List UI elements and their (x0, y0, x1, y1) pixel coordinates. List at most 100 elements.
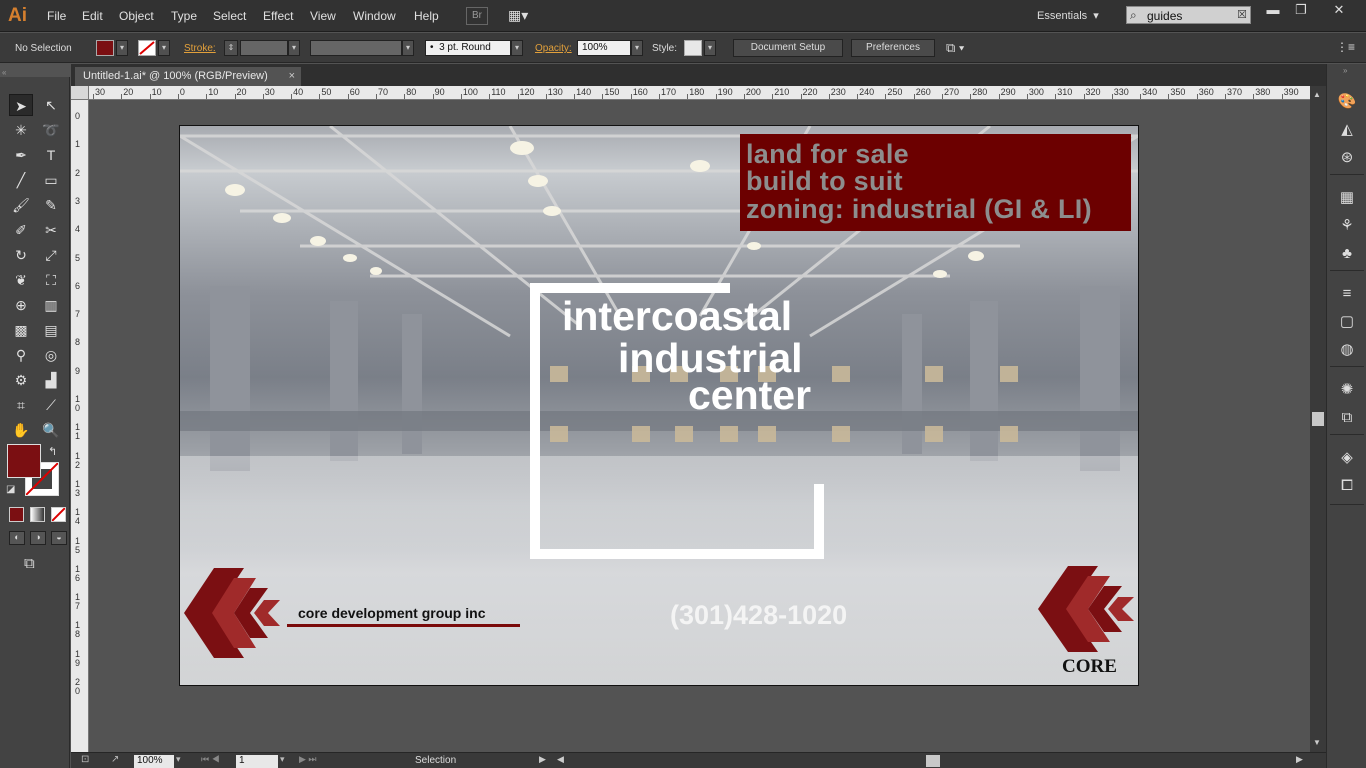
warp-tool-icon[interactable]: ❦ (9, 269, 33, 291)
vertical-scroll-thumb[interactable] (1312, 412, 1324, 426)
zoom-dropdown-icon[interactable]: ▾ (176, 754, 181, 765)
menu-edit[interactable]: Edit (82, 9, 103, 23)
menu-select[interactable]: Select (213, 9, 246, 23)
hand-tool-icon[interactable]: ✋ (9, 419, 33, 441)
default-fill-stroke-icon[interactable]: ◪ (6, 484, 15, 495)
help-search[interactable]: ⌕ ☒ (1126, 6, 1251, 24)
graphic-styles-panel-icon[interactable]: ⧉ (1337, 408, 1357, 428)
menu-effect[interactable]: Effect (263, 9, 293, 23)
shape-builder-tool-icon[interactable]: ⊕ (9, 294, 33, 316)
pen-tool-icon[interactable]: ✒ (9, 144, 33, 166)
scroll-left-icon[interactable]: ◀ (557, 754, 564, 765)
zoom-to-fit-icon[interactable]: ⊡ (81, 754, 89, 765)
menu-type[interactable]: Type (171, 9, 197, 23)
scale-tool-icon[interactable]: ⤢ (39, 244, 63, 266)
fill-dropdown-icon[interactable]: ▾ (116, 40, 128, 56)
draw-normal-icon[interactable]: ◐ (9, 531, 25, 545)
stroke-weight-stepper[interactable]: ⇕ (224, 40, 238, 56)
core-logo-left-icon[interactable] (184, 566, 284, 660)
mesh-tool-icon[interactable]: ▩ (9, 319, 33, 341)
color-panel-icon[interactable]: 🎨 (1337, 92, 1357, 112)
menu-window[interactable]: Window (353, 9, 396, 23)
selection-tool-icon[interactable]: ➤ (9, 94, 33, 116)
title-line-1[interactable]: intercoastal (562, 296, 792, 337)
document-setup-button[interactable]: Document Setup (733, 39, 843, 57)
scroll-right-icon[interactable]: ▶ (1296, 754, 1303, 765)
close-tab-icon[interactable]: × (289, 70, 295, 82)
stroke-label[interactable]: Stroke: (184, 43, 216, 54)
company-underline[interactable] (287, 624, 520, 627)
sale-banner[interactable]: land for sale build to suit zoning: indu… (740, 134, 1131, 231)
status-menu-icon[interactable]: ▶ (539, 754, 546, 765)
collapse-panel-icon[interactable]: « (2, 68, 6, 77)
swatches-panel-icon[interactable]: ▦ (1337, 188, 1357, 208)
layers-panel-icon[interactable]: ◈ (1337, 448, 1357, 468)
panel-menu-icon[interactable]: ⋮≡ (1336, 40, 1355, 54)
opacity-label[interactable]: Opacity: (535, 43, 572, 54)
stroke-weight-field[interactable] (240, 40, 288, 56)
arrange-documents-icon[interactable]: ▦▾ (508, 7, 536, 25)
bridge-button[interactable]: Br (466, 7, 488, 25)
menu-object[interactable]: Object (119, 9, 154, 23)
workspace-switcher[interactable]: Essentials ▾ (1037, 9, 1099, 22)
menu-file[interactable]: File (47, 9, 66, 23)
stroke-dropdown-icon[interactable]: ▾ (158, 40, 170, 56)
gradient-panel-icon[interactable]: ▢ (1337, 312, 1357, 332)
first-artboard-icon[interactable]: ⏮ ◀ (201, 754, 220, 765)
color-mode-icon[interactable] (9, 507, 24, 522)
horizontal-ruler[interactable]: 30 20 10 0 10 20 30 40 50 60 70 80 90 100 110 120 130 140… (89, 86, 1310, 100)
menu-view[interactable]: View (310, 9, 336, 23)
rectangle-tool-icon[interactable]: ▭ (39, 169, 63, 191)
ruler-origin[interactable] (71, 86, 89, 100)
stroke-panel-icon[interactable]: ≡ (1337, 284, 1357, 304)
horizontal-scroll-thumb[interactable] (926, 755, 940, 767)
blend-tool-icon[interactable]: ◎ (39, 344, 63, 366)
artboard-dropdown-icon[interactable]: ▾ (280, 754, 285, 765)
search-input[interactable] (1147, 8, 1237, 23)
graphic-style-swatch[interactable] (684, 40, 702, 56)
scissors-tool-icon[interactable]: ✂ (39, 219, 63, 241)
zoom-field[interactable]: 100% (134, 755, 174, 768)
lasso-tool-icon[interactable]: ➰ (39, 119, 63, 141)
blob-brush-tool-icon[interactable]: ✐ (9, 219, 33, 241)
variable-width-profile[interactable] (310, 40, 402, 56)
pencil-tool-icon[interactable]: ✎ (39, 194, 63, 216)
profile-dropdown-icon[interactable]: ▾ (402, 40, 414, 56)
phone-number[interactable]: (301)428-1020 (670, 600, 847, 631)
draw-behind-icon[interactable]: ◑ (30, 531, 46, 545)
eyedropper-tool-icon[interactable]: ⚲ (9, 344, 33, 366)
zoom-tool-icon[interactable]: 🔍 (39, 419, 63, 441)
brush-definition[interactable]: • 3 pt. Round (425, 40, 511, 56)
next-artboard-icon[interactable]: ▶ ⏭ (299, 754, 317, 765)
stroke-weight-dropdown-icon[interactable]: ▾ (288, 40, 300, 56)
restore-icon[interactable]: ❐ (1284, 2, 1318, 22)
color-guide-icon[interactable]: ◭ (1337, 120, 1357, 140)
type-tool-icon[interactable]: T (39, 144, 63, 166)
expand-panels-icon[interactable]: » (1343, 66, 1347, 75)
arrange-icon[interactable]: ⧉ ▾ (946, 40, 964, 56)
column-graph-tool-icon[interactable]: ▟ (39, 369, 63, 391)
magic-wand-tool-icon[interactable]: ✳ (9, 119, 33, 141)
symbol-sprayer-tool-icon[interactable]: ⚙ (9, 369, 33, 391)
transparency-panel-icon[interactable]: ◍ (1337, 340, 1357, 360)
canvas[interactable]: land for sale build to suit zoning: indu… (89, 101, 1310, 752)
artboard[interactable]: land for sale build to suit zoning: indu… (179, 125, 1139, 686)
artboard-number-field[interactable]: 1 (236, 755, 278, 768)
rotate-tool-icon[interactable]: ↻ (9, 244, 33, 266)
share-icon[interactable]: ↗ (111, 754, 119, 765)
brushes-panel-icon[interactable]: ⚘ (1337, 216, 1357, 236)
opacity-dropdown-icon[interactable]: ▾ (631, 40, 643, 56)
gradient-mode-icon[interactable] (30, 507, 45, 522)
kuler-icon[interactable]: ⊛ (1337, 148, 1357, 168)
brush-dropdown-icon[interactable]: ▾ (511, 40, 523, 56)
style-dropdown-icon[interactable]: ▾ (704, 40, 716, 56)
opacity-field[interactable]: 100% (577, 40, 631, 56)
document-tab[interactable]: Untitled-1.ai* @ 100% (RGB/Preview) × (75, 67, 301, 86)
vertical-scrollbar[interactable]: ▲ ▼ (1310, 86, 1326, 752)
core-logo-text[interactable]: CORE (1062, 656, 1117, 678)
artboard-tool-icon[interactable]: ⌗ (9, 394, 33, 416)
slice-tool-icon[interactable]: ⟋ (39, 394, 63, 416)
screen-mode-icon[interactable]: ⧉ (24, 555, 35, 572)
none-mode-icon[interactable] (51, 507, 66, 522)
paintbrush-tool-icon[interactable]: 🖌 (9, 194, 33, 216)
